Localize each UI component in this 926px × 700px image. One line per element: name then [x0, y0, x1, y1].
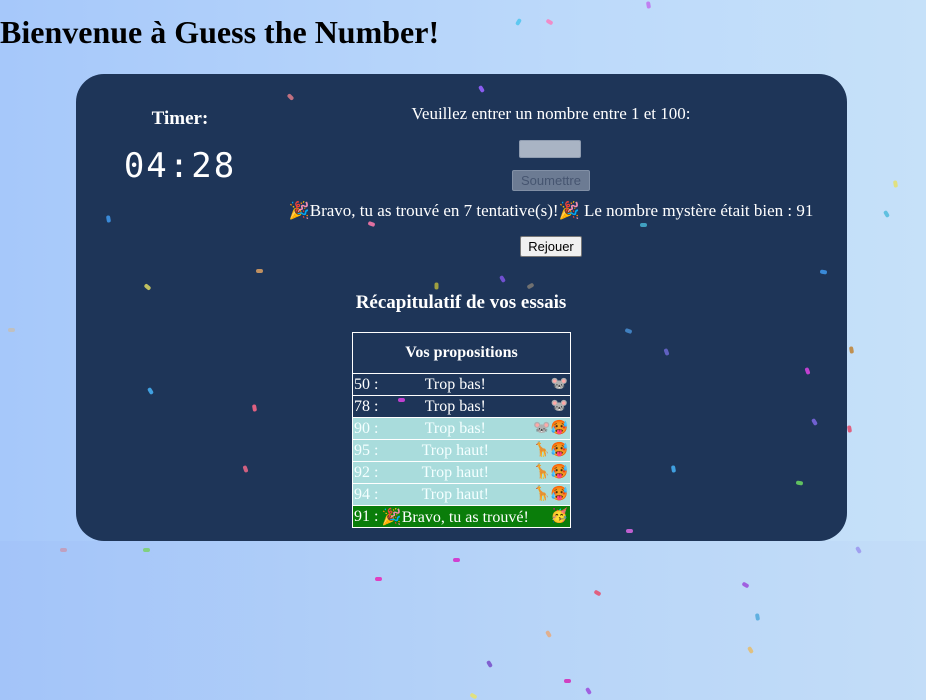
result-message: 🎉Bravo, tu as trouvé en 7 tentative(s)!🎉… — [288, 201, 814, 220]
page-background-bottom — [0, 541, 926, 700]
giraffe-hot-face-icon: 🦒🥵 — [528, 439, 571, 462]
confetti-piece — [60, 548, 67, 552]
guess-number: 78 : — [352, 395, 382, 418]
confetti-piece — [8, 328, 15, 332]
confetti-piece — [398, 398, 405, 402]
confetti-piece — [640, 223, 647, 227]
guess-number: 92 : — [352, 461, 382, 484]
guess-prompt: Veuillez entrer un nombre entre 1 et 100… — [411, 104, 691, 123]
confetti-piece — [375, 577, 382, 581]
game-card: Timer: 04:28 Veuillez entrer un nombre e… — [76, 74, 847, 541]
submit-button[interactable]: Soumettre — [512, 170, 590, 191]
mouse-hot-face-icon: 🐭🥵 — [528, 417, 571, 440]
table-row: 50 : Trop bas! 🐭 — [352, 373, 571, 396]
guess-feedback: Trop bas! — [381, 417, 529, 440]
confetti-piece — [256, 269, 263, 273]
party-face-icon: 🥳 — [528, 505, 571, 528]
table-row: 92 : Trop haut! 🦒🥵 — [352, 461, 571, 484]
giraffe-hot-face-icon: 🦒🥵 — [528, 483, 571, 506]
table-row: 94 : Trop haut! 🦒🥵 — [352, 483, 571, 506]
guess-input[interactable] — [519, 140, 581, 158]
recap-title: Récapitulatif de vos essais — [355, 292, 567, 313]
confetti-piece — [564, 679, 571, 683]
replay-button[interactable]: Rejouer — [520, 236, 582, 257]
mouse-icon: 🐭 — [528, 373, 571, 396]
confetti-piece — [626, 529, 633, 533]
guess-number: 95 : — [352, 439, 382, 462]
guess-number: 94 : — [352, 483, 382, 506]
guess-feedback: Trop haut! — [381, 439, 529, 462]
guess-feedback: Trop haut! — [381, 483, 529, 506]
guess-feedback: Trop bas! — [381, 373, 529, 396]
table-row: 78 : Trop bas! 🐭 — [352, 395, 571, 418]
confetti-piece — [434, 282, 439, 290]
guess-number: 91 : — [352, 505, 382, 528]
table-row: 95 : Trop haut! 🦒🥵 — [352, 439, 571, 462]
giraffe-hot-face-icon: 🦒🥵 — [528, 461, 571, 484]
guess-history-table: Vos propositions 50 : Trop bas! 🐭 78 : T… — [352, 332, 571, 528]
guess-feedback: 🎉Bravo, tu as trouvé! — [381, 505, 529, 528]
guess-number: 50 : — [352, 373, 382, 396]
confetti-piece — [143, 548, 150, 552]
table-row: 90 : Trop bas! 🐭🥵 — [352, 417, 571, 440]
page-title: Bienvenue à Guess the Number! — [0, 14, 440, 50]
timer-display: 04:28 — [123, 146, 237, 186]
table-header: Vos propositions — [352, 332, 571, 374]
guess-feedback: Trop haut! — [381, 461, 529, 484]
timer-label: Timer: — [151, 108, 209, 129]
table-row: 91 : 🎉Bravo, tu as trouvé! 🥳 — [352, 505, 571, 528]
confetti-piece — [453, 558, 460, 562]
guess-number: 90 : — [352, 417, 382, 440]
mouse-icon: 🐭 — [528, 395, 571, 418]
